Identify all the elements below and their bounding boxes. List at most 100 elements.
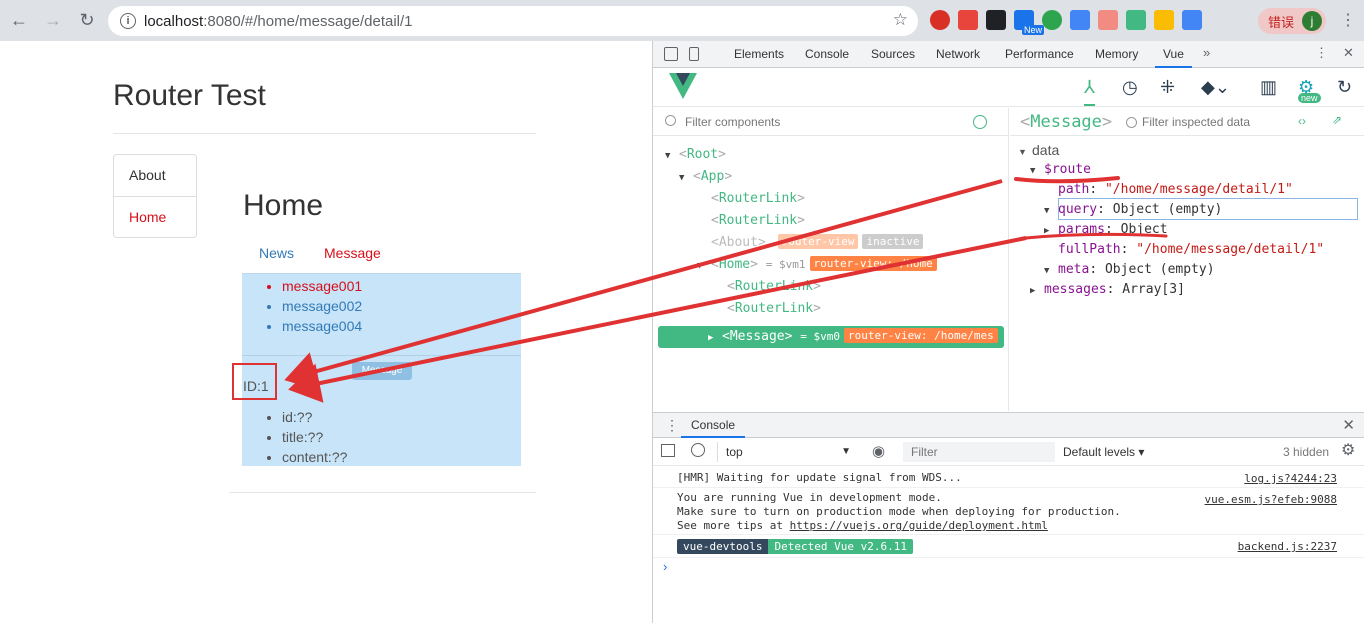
console-sidebar-icon[interactable] xyxy=(661,444,675,457)
devtools-menu-icon[interactable]: ⋮ xyxy=(1315,45,1328,61)
tree-node-about[interactable]: <About> router-view inactive xyxy=(711,232,924,254)
info-icon[interactable]: i xyxy=(120,13,136,29)
route-property[interactable]: ▼ $route xyxy=(1030,160,1091,180)
extension-color-icon[interactable] xyxy=(1154,10,1174,30)
drawer-menu-icon[interactable]: ⋮ xyxy=(665,417,679,434)
devtools-close-icon[interactable]: ✕ xyxy=(1343,45,1354,61)
log-levels-select[interactable]: Default levels ▾ xyxy=(1063,442,1144,462)
router-view-tag: router-view xyxy=(777,234,859,249)
forward-button[interactable]: → xyxy=(38,6,68,36)
tab-message[interactable]: Message xyxy=(324,245,381,261)
filter-components-placeholder: Filter components xyxy=(685,115,781,129)
router-icon[interactable]: ◆⌄ xyxy=(1201,77,1230,98)
device-toggle-icon[interactable] xyxy=(689,47,699,61)
extension-fe-icon[interactable] xyxy=(958,10,978,30)
message-link-3[interactable]: message004 xyxy=(282,316,362,336)
select-component-icon[interactable] xyxy=(973,115,987,129)
tab-vue[interactable]: Vue xyxy=(1155,41,1192,68)
inspect-element-icon[interactable] xyxy=(664,47,678,61)
settings-new-badge: new xyxy=(1298,93,1321,103)
performance-chart-icon[interactable]: ▥ xyxy=(1260,77,1277,98)
eye-icon[interactable]: ◉ xyxy=(872,442,885,460)
path-property: path: "/home/message/detail/1" xyxy=(1058,182,1293,197)
tree-node-routerlink[interactable]: <RouterLink> xyxy=(727,276,821,298)
tree-node-routerlink[interactable]: <RouterLink> xyxy=(711,188,805,210)
extension-face-icon[interactable] xyxy=(986,10,1006,30)
data-section[interactable]: ▼ data xyxy=(1018,140,1059,160)
tab-performance[interactable]: Performance xyxy=(1005,41,1074,68)
message-link-2[interactable]: message002 xyxy=(282,296,362,316)
extension-vue-icon[interactable] xyxy=(1126,10,1146,30)
open-external-icon[interactable]: ⇗ xyxy=(1332,113,1342,127)
extension-stop-icon[interactable] xyxy=(930,10,950,30)
browser-toolbar: ← → ↻ i localhost:8080/#/home/message/de… xyxy=(0,0,1364,41)
filter-inspected-input[interactable]: Filter inspected data xyxy=(1142,115,1250,129)
message-link-1[interactable]: message001 xyxy=(282,276,362,296)
router-view-home-tag: router-view: /home xyxy=(809,256,937,271)
inspector-pane: <Message> Filter inspected data ‹› ⇗ ▼ da… xyxy=(1010,108,1364,411)
address-bar[interactable]: i localhost:8080/#/home/message/detail/1… xyxy=(108,6,918,36)
extension-json-icon[interactable] xyxy=(1098,10,1118,30)
console-prompt-icon[interactable]: › xyxy=(663,559,667,574)
profile-error-button[interactable]: 错误 j xyxy=(1258,8,1326,34)
vuex-grid-icon[interactable]: ⁜ xyxy=(1160,77,1175,98)
refresh-icon[interactable]: ↻ xyxy=(1337,77,1352,98)
nav-item-home[interactable]: Home xyxy=(114,196,196,237)
reload-button[interactable]: ↻ xyxy=(72,6,102,36)
tab-elements[interactable]: Elements xyxy=(734,41,784,68)
component-tree-pane: Filter components ▼ <Root> ▼ <App> <Router… xyxy=(653,108,1009,411)
meta-property[interactable]: ▼ meta: Object (empty) xyxy=(1044,260,1215,280)
extension-translate-icon[interactable] xyxy=(1182,10,1202,30)
components-tree-icon[interactable]: ⅄ xyxy=(1084,77,1095,106)
tree-node-home[interactable]: ▼ <Home> = $vm1 router-view: /home xyxy=(697,254,937,276)
drawer-tab-console[interactable]: Console xyxy=(681,413,746,438)
console-doc-link[interactable]: https://vuejs.org/guide/deployment.html xyxy=(790,519,1048,532)
extension-new-badge: New xyxy=(1022,25,1045,35)
messages-property[interactable]: ▶ messages: Array[3] xyxy=(1030,280,1185,300)
code-icon[interactable]: ‹› xyxy=(1298,114,1306,128)
tree-node-routerlink[interactable]: <RouterLink> xyxy=(711,210,805,232)
extensions-row xyxy=(930,10,1202,30)
detail-list: id:?? title:?? content:?? xyxy=(282,407,347,467)
extension-bird-icon[interactable] xyxy=(1070,10,1090,30)
tab-console[interactable]: Console xyxy=(805,41,849,68)
expanded-arrow-icon[interactable]: ▼ xyxy=(665,145,679,167)
history-icon[interactable]: ◷ xyxy=(1122,77,1138,98)
tree-node-root[interactable]: ▼ <Root> xyxy=(665,144,726,166)
filter-components-input[interactable]: Filter components xyxy=(653,108,1009,136)
message-list: message001 message002 message004 xyxy=(282,276,362,336)
more-tabs-icon[interactable]: » xyxy=(1203,45,1210,60)
console-source-link[interactable]: vue.esm.js?efeb:9088 xyxy=(1205,493,1337,506)
router-view-mes-tag: router-view: /home/mes xyxy=(844,328,998,343)
search-icon xyxy=(1126,117,1137,128)
console-filterbar: top ▼ ◉ Filter Default levels ▾ 3 hidden … xyxy=(653,438,1364,466)
detail-content: content:?? xyxy=(282,447,347,467)
tab-network[interactable]: Network xyxy=(936,41,980,68)
console-filter-input[interactable]: Filter xyxy=(903,442,1055,462)
collapsed-arrow-icon[interactable]: ▶ xyxy=(708,327,722,349)
console-message-text: Make sure to turn on production mode whe… xyxy=(677,505,1121,518)
params-property[interactable]: ▶ params: Object xyxy=(1044,220,1168,240)
expanded-arrow-icon[interactable]: ▼ xyxy=(679,167,693,189)
console-settings-icon[interactable]: ⚙ xyxy=(1341,440,1355,460)
back-button[interactable]: ← xyxy=(4,6,34,36)
tab-news[interactable]: News xyxy=(259,245,294,261)
tab-memory[interactable]: Memory xyxy=(1095,41,1138,68)
console-source-link[interactable]: log.js?4244:23 xyxy=(1244,472,1337,485)
tree-node-routerlink[interactable]: <RouterLink> xyxy=(727,298,821,320)
context-select[interactable]: top ▼ xyxy=(717,442,857,462)
devtools-panel: Elements Console Sources Network Perform… xyxy=(652,41,1364,623)
tree-node-message-selected[interactable]: ▶ <Message> = $vm0 router-view: /home/mes xyxy=(658,326,1004,348)
nav-item-about[interactable]: About xyxy=(114,155,196,196)
browser-menu-icon[interactable]: ⋮ xyxy=(1340,10,1356,30)
extension-evernote-icon[interactable] xyxy=(1042,10,1062,30)
expanded-arrow-icon[interactable]: ▼ xyxy=(697,255,711,277)
clear-console-icon[interactable] xyxy=(691,443,705,457)
bookmark-star-icon[interactable]: ☆ xyxy=(893,10,908,30)
title-divider xyxy=(113,133,536,134)
drawer-close-icon[interactable]: ✕ xyxy=(1342,416,1355,434)
tree-node-app[interactable]: ▼ <App> xyxy=(679,166,732,188)
console-source-link[interactable]: backend.js:2237 xyxy=(1238,540,1337,553)
query-property[interactable]: ▼ query: Object (empty) xyxy=(1044,200,1222,220)
tab-sources[interactable]: Sources xyxy=(871,41,915,68)
